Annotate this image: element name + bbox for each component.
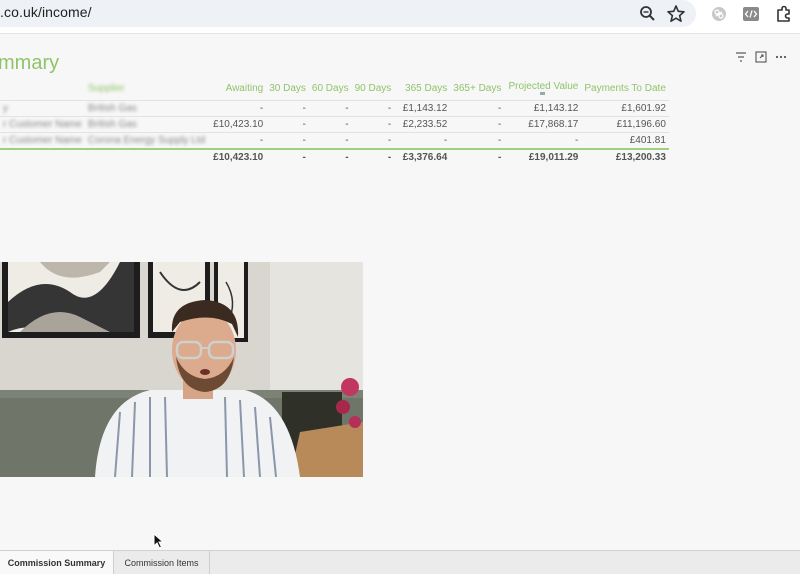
cell-90-days: - xyxy=(351,132,395,149)
total-365-days: £3,376.64 xyxy=(394,148,451,165)
extension-link-icon[interactable] xyxy=(708,3,730,25)
table-row[interactable]: y British Gas - - - - £1,143.12 - £1,143… xyxy=(0,100,669,117)
sort-indicator-icon xyxy=(540,92,546,95)
cell-365-plus-days: - xyxy=(450,116,505,133)
page-title: mmary xyxy=(0,52,60,74)
webcam-video xyxy=(0,262,363,477)
column-header-payments-to-date[interactable]: Payments To Date xyxy=(581,78,669,101)
cell-30-days: - xyxy=(266,132,309,149)
table-row[interactable]: r Customer Name British Gas £10,423.10 -… xyxy=(0,116,669,133)
total-projected-value: £19,011.29 xyxy=(504,148,582,165)
cell-awaiting: - xyxy=(208,100,267,117)
cell-customer: y xyxy=(0,100,85,117)
cell-projected-value: £1,143.12 xyxy=(504,100,582,117)
commission-summary-table: Supplier Awaiting 30 Days 60 Days 90 Day… xyxy=(0,78,669,165)
webcam-presenter-image xyxy=(0,262,363,477)
total-payments-to-date: £13,200.33 xyxy=(581,148,669,165)
cell-customer: r Customer Name xyxy=(0,116,85,133)
cell-60-days: - xyxy=(308,132,352,149)
cell-365-days: £1,143.12 xyxy=(394,100,451,117)
cell-customer: r Customer Name xyxy=(0,132,85,149)
cell-payments-to-date: £401.81 xyxy=(581,132,669,149)
cell-supplier: British Gas xyxy=(84,100,209,117)
cell-supplier: British Gas xyxy=(84,116,209,133)
zoom-icon[interactable] xyxy=(637,3,659,25)
address-url[interactable]: .co.uk/income/ xyxy=(0,4,92,20)
cell-365-days: £2,233.52 xyxy=(394,116,451,133)
column-header-90-days[interactable]: 90 Days xyxy=(352,78,395,101)
cell-365-plus-days: - xyxy=(450,132,505,149)
more-icon[interactable] xyxy=(774,50,788,64)
column-header-awaiting[interactable]: Awaiting xyxy=(208,78,266,101)
projected-value-label: Projected Value xyxy=(508,81,579,92)
cell-30-days: - xyxy=(266,116,309,133)
column-header-projected-value[interactable]: Projected Value xyxy=(504,78,581,101)
cell-30-days: - xyxy=(266,100,309,117)
sheet-tab-bar: Commission Summary Commission Items xyxy=(0,550,800,574)
tab-commission-summary[interactable]: Commission Summary xyxy=(0,551,114,574)
column-header-supplier[interactable]: Supplier xyxy=(85,78,208,101)
cell-awaiting: £10,423.10 xyxy=(208,116,267,133)
table-row[interactable]: r Customer Name Corona Energy Supply Ltd… xyxy=(0,132,669,149)
cell-60-days: - xyxy=(308,116,352,133)
cell-supplier: Corona Energy Supply Ltd xyxy=(84,132,209,149)
cell-365-plus-days: - xyxy=(450,100,505,117)
column-header-365-plus-days[interactable]: 365+ Days xyxy=(450,78,504,101)
expand-icon[interactable] xyxy=(754,50,768,64)
address-bar[interactable]: .co.uk/income/ xyxy=(0,0,696,27)
cell-365-days: - xyxy=(394,132,451,149)
total-cell-supplier xyxy=(84,148,209,165)
total-90-days: - xyxy=(351,148,395,165)
column-header-60-days[interactable]: 60 Days xyxy=(309,78,352,101)
column-header-365-days[interactable]: 365 Days xyxy=(394,78,450,101)
extension-code-icon[interactable] xyxy=(740,3,762,25)
cell-90-days: - xyxy=(351,116,395,133)
tab-commission-items[interactable]: Commission Items xyxy=(114,551,210,574)
cell-90-days: - xyxy=(351,100,395,117)
browser-toolbar: .co.uk/income/ xyxy=(0,0,800,34)
cell-60-days: - xyxy=(308,100,352,117)
total-30-days: - xyxy=(266,148,309,165)
column-header-customer[interactable] xyxy=(0,78,85,101)
panel-toolbar xyxy=(734,50,794,66)
column-header-30-days[interactable]: 30 Days xyxy=(266,78,309,101)
table-total-row: £10,423.10 - - - £3,376.64 - £19,011.29 … xyxy=(0,148,669,165)
total-60-days: - xyxy=(308,148,352,165)
cell-awaiting: - xyxy=(208,132,267,149)
filter-icon[interactable] xyxy=(734,50,748,64)
total-365-plus-days: - xyxy=(450,148,505,165)
extensions-puzzle-icon[interactable] xyxy=(773,3,795,25)
mouse-cursor-icon xyxy=(153,533,165,549)
cell-payments-to-date: £11,196.60 xyxy=(581,116,669,133)
cell-payments-to-date: £1,601.92 xyxy=(581,100,669,117)
total-cell-customer xyxy=(0,148,85,165)
cell-projected-value: - xyxy=(504,132,582,149)
cell-projected-value: £17,868.17 xyxy=(504,116,582,133)
total-awaiting: £10,423.10 xyxy=(208,148,267,165)
table-header-row: Supplier Awaiting 30 Days 60 Days 90 Day… xyxy=(0,78,669,101)
bookmark-star-icon[interactable] xyxy=(665,3,687,25)
